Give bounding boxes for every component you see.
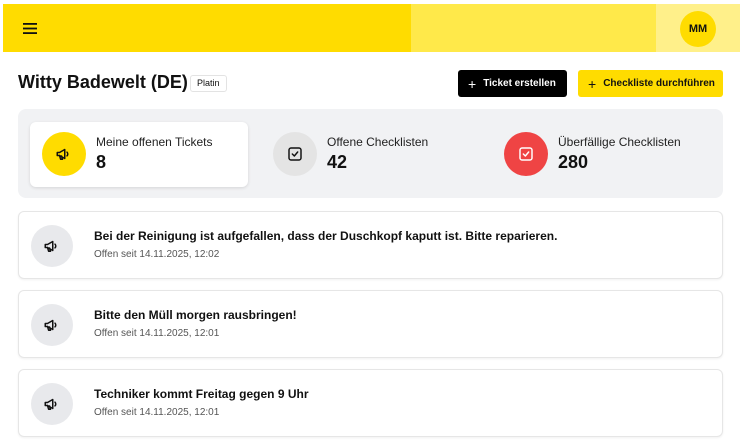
run-checklist-label: Checkliste durchführen [603, 78, 715, 89]
avatar-initials: MM [688, 23, 708, 35]
create-ticket-label: Ticket erstellen [483, 78, 556, 89]
stat-value: 280 [558, 152, 589, 172]
header-segment-light: MM [656, 4, 740, 52]
page-title: Witty Badewelt (DE) [18, 72, 188, 92]
megaphone-icon [31, 225, 73, 267]
stats-panel: Meine offenen Tickets 8 Offene Checklist… [18, 109, 723, 198]
checkbox-icon [273, 132, 317, 176]
ticket-title: Bei der Reinigung ist aufgefallen, dass … [94, 229, 558, 243]
header-segment-primary [3, 4, 411, 52]
ticket-opened-since: Offen seit 14.11.2025, 12:01 [94, 407, 220, 418]
header-segment-mid [411, 4, 656, 52]
stat-label: Offene Checklisten [327, 135, 429, 149]
checkbox-icon [504, 132, 548, 176]
plus-icon: + [588, 75, 597, 92]
stat-value: 42 [327, 152, 348, 172]
app-frame: MM Witty Badewelt (DE) Platin + Ticket e… [0, 0, 744, 444]
ticket-opened-since: Offen seit 14.11.2025, 12:01 [94, 328, 220, 339]
stat-card-open-checklists[interactable]: Offene Checklisten 42 [261, 122, 479, 187]
ticket-title: Techniker kommt Freitag gegen 9 Uhr [94, 387, 309, 401]
user-avatar[interactable]: MM [680, 11, 716, 47]
ticket-opened-since: Offen seit 14.11.2025, 12:02 [94, 249, 220, 260]
megaphone-icon [31, 304, 73, 346]
megaphone-icon [31, 383, 73, 425]
menu-button[interactable] [18, 20, 42, 36]
top-bar: MM [3, 4, 740, 52]
page-header: Witty Badewelt (DE) Platin + Ticket erst… [18, 70, 723, 98]
tier-badge: Platin [190, 75, 227, 92]
hamburger-icon [23, 22, 37, 34]
ticket-item[interactable]: Techniker kommt Freitag gegen 9 Uhr Offe… [18, 369, 723, 437]
stat-card-open-tickets[interactable]: Meine offenen Tickets 8 [30, 122, 248, 187]
ticket-title: Bitte den Müll morgen rausbringen! [94, 308, 297, 322]
ticket-item[interactable]: Bitte den Müll morgen rausbringen! Offen… [18, 290, 723, 358]
stat-label: Überfällige Checklisten [558, 135, 681, 149]
stat-value: 8 [96, 152, 107, 172]
stat-label: Meine offenen Tickets [96, 135, 213, 149]
megaphone-icon [42, 132, 86, 176]
run-checklist-button[interactable]: + Checkliste durchführen [578, 70, 723, 97]
create-ticket-button[interactable]: + Ticket erstellen [458, 70, 567, 97]
plus-icon: + [468, 75, 477, 92]
stat-card-overdue-checklists[interactable]: Überfällige Checklisten 280 [492, 122, 710, 187]
ticket-item[interactable]: Bei der Reinigung ist aufgefallen, dass … [18, 211, 723, 279]
